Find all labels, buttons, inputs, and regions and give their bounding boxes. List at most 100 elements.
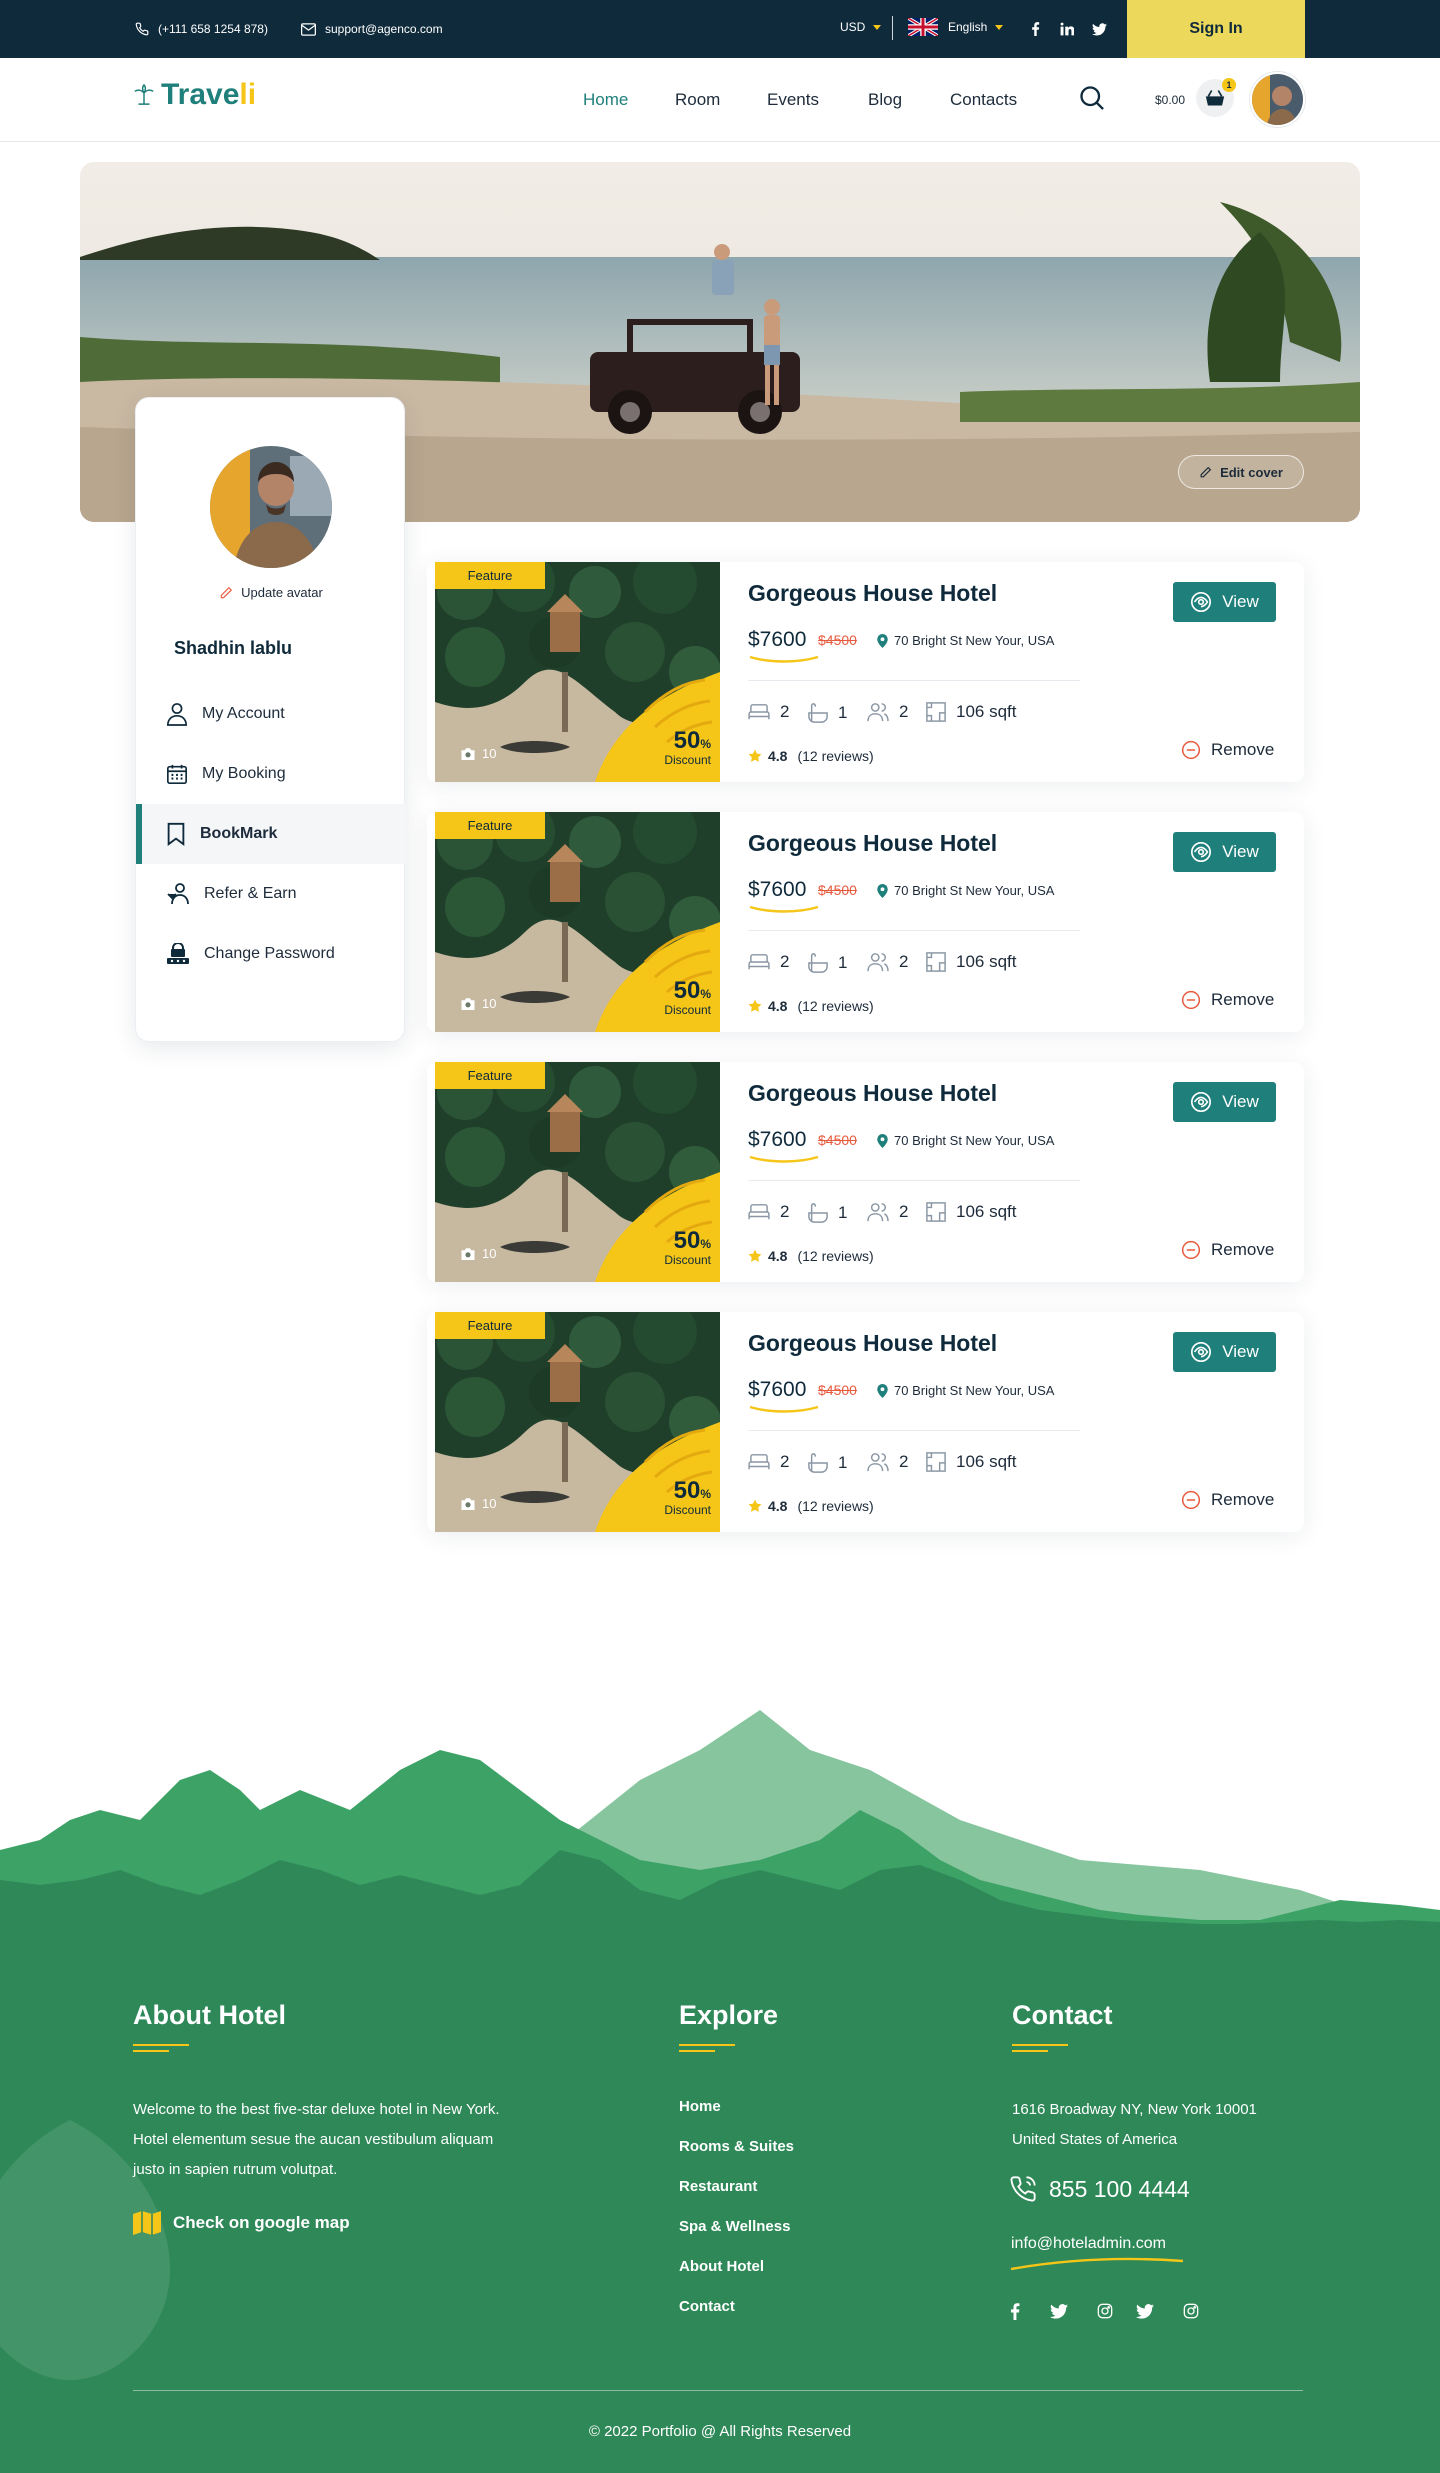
bath-icon	[808, 1203, 828, 1223]
area-size: 106 sqft	[926, 952, 1017, 972]
top-bar: (+111 658 1254 878) support@agenco.com U…	[0, 0, 1440, 58]
view-button[interactable]: View	[1173, 582, 1276, 622]
footer-link-rooms-suites[interactable]: Rooms & Suites	[679, 2138, 794, 2178]
feature-tag-label: Feature	[467, 1318, 513, 1333]
beds-count: 2	[748, 1202, 789, 1222]
view-button-label: View	[1222, 842, 1259, 861]
discount-badge: 50% Discount	[655, 1477, 711, 1517]
footer-email[interactable]: info@hoteladmin.com	[1011, 2235, 1166, 2253]
logo[interactable]: Trave li	[133, 78, 256, 112]
beds-count: 2	[748, 702, 789, 722]
currency-select[interactable]: USD	[840, 20, 882, 34]
sidebar-item-my-account[interactable]: My Account	[136, 684, 406, 744]
sidebar-item-my-booking[interactable]: My Booking	[136, 744, 406, 804]
beds-count: 2	[748, 952, 789, 972]
remove-button[interactable]: Remove	[1181, 740, 1274, 760]
photo-count: 10	[460, 1246, 496, 1261]
discount-value: 50	[673, 727, 701, 754]
topbar-phone[interactable]: (+111 658 1254 878)	[135, 0, 268, 58]
feature-tag: Feature	[435, 1312, 545, 1339]
bath-icon	[808, 703, 828, 723]
footer-link-contact[interactable]: Contact	[679, 2298, 794, 2338]
nav-blog[interactable]: Blog	[868, 90, 902, 110]
hotel-title[interactable]: Gorgeous House Hotel	[748, 1080, 997, 1107]
photo-count-value: 10	[482, 746, 497, 761]
language-select[interactable]: English	[908, 18, 1004, 36]
hotel-image[interactable]: Feature 10 50% Discount	[435, 562, 720, 782]
footer-link-spa-wellness[interactable]: Spa & Wellness	[679, 2218, 794, 2258]
guests-icon	[867, 953, 889, 972]
sign-in-button[interactable]: Sign In	[1127, 0, 1305, 58]
hotel-old-price: $4500	[818, 1132, 857, 1148]
feature-tag: Feature	[435, 1062, 545, 1089]
hotel-image[interactable]: Feature 10 50% Discount	[435, 1312, 720, 1532]
hotel-title[interactable]: Gorgeous House Hotel	[748, 1330, 997, 1357]
instagram-icon[interactable]	[1180, 2300, 1202, 2322]
area-value: 106 sqft	[956, 702, 1017, 721]
hotel-address-text: 70 Bright St New Your, USA	[894, 1383, 1055, 1398]
view-button[interactable]: View	[1173, 832, 1276, 872]
guests-value: 2	[899, 952, 909, 971]
bath-icon	[808, 953, 828, 973]
footer-link-about-hotel[interactable]: About Hotel	[679, 2258, 794, 2298]
twitter-icon[interactable]	[1048, 2300, 1070, 2322]
facebook-icon[interactable]	[1024, 18, 1046, 40]
nav-room[interactable]: Room	[675, 90, 720, 110]
hotel-address: 70 Bright St New Your, USA	[877, 1383, 1054, 1398]
bookmark-card: Feature 10 50% Discount Gorgeous House H…	[427, 1062, 1304, 1282]
footer-about-text: Welcome to the best five-star deluxe hot…	[133, 2101, 500, 2178]
area-icon	[926, 702, 946, 722]
nav-home[interactable]: Home	[583, 90, 628, 110]
footer-link-home[interactable]: Home	[679, 2098, 794, 2138]
guests-count: 2	[867, 952, 908, 972]
footer-link-restaurant[interactable]: Restaurant	[679, 2178, 794, 2218]
hotel-image[interactable]: Feature 10 50% Discount	[435, 812, 720, 1032]
remove-icon	[1181, 1490, 1201, 1510]
footer-phone[interactable]: 855 100 4444	[1009, 2175, 1190, 2203]
instagram-icon[interactable]	[1094, 2300, 1116, 2322]
sidebar-item-bookmark[interactable]: BookMark	[136, 804, 406, 864]
linkedin-icon[interactable]	[1056, 18, 1078, 40]
guests-value: 2	[899, 1452, 909, 1471]
footer-address-line1: 1616 Broadway NY, New York 10001	[1012, 2101, 1257, 2118]
hotel-address: 70 Bright St New Your, USA	[877, 883, 1054, 898]
hotel-title[interactable]: Gorgeous House Hotel	[748, 830, 997, 857]
nav-events[interactable]: Events	[767, 90, 819, 110]
sidebar-item-refer-earn[interactable]: Refer & Earn	[136, 864, 406, 924]
rating: 4.8 (12 reviews)	[748, 1248, 874, 1264]
remove-button-label: Remove	[1211, 740, 1275, 759]
hotel-title[interactable]: Gorgeous House Hotel	[748, 580, 997, 607]
twitter-icon[interactable]	[1134, 2300, 1156, 2322]
edit-cover-button[interactable]: Edit cover	[1178, 455, 1304, 489]
nav-contacts[interactable]: Contacts	[950, 90, 1017, 110]
star-icon	[748, 999, 762, 1012]
hotel-image[interactable]: Feature 10 50% Discount	[435, 1062, 720, 1282]
hotel-address-text: 70 Bright St New Your, USA	[894, 633, 1055, 648]
sidebar-item-change-password[interactable]: Change Password	[136, 924, 406, 984]
heading-underline	[133, 2044, 189, 2052]
twitter-icon[interactable]	[1088, 18, 1110, 40]
google-map-link[interactable]: Check on google map	[133, 2210, 350, 2236]
rating: 4.8 (12 reviews)	[748, 748, 874, 764]
update-avatar-link[interactable]: Update avatar	[136, 585, 406, 600]
remove-button[interactable]: Remove	[1181, 990, 1274, 1010]
feature-tag-label: Feature	[467, 1068, 513, 1083]
remove-button[interactable]: Remove	[1181, 1490, 1274, 1510]
view-button-label: View	[1222, 1092, 1259, 1111]
avatar[interactable]	[1250, 72, 1305, 127]
star-icon	[748, 1499, 762, 1512]
topbar-email[interactable]: support@agenco.com	[301, 0, 443, 58]
view-button[interactable]: View	[1173, 1082, 1276, 1122]
location-pin-icon	[877, 883, 888, 898]
facebook-icon[interactable]	[1004, 2300, 1026, 2322]
remove-button[interactable]: Remove	[1181, 1240, 1274, 1260]
remove-icon	[1181, 1240, 1201, 1260]
remove-button-label: Remove	[1211, 1240, 1275, 1259]
search-icon[interactable]	[1078, 84, 1106, 117]
card-divider	[748, 1180, 1080, 1181]
heading-underline	[1012, 2044, 1068, 2052]
calendar-icon	[167, 764, 187, 784]
feature-tag: Feature	[435, 562, 545, 589]
main-navbar: Trave li Home Room Events Blog Contacts $…	[0, 58, 1440, 142]
view-button[interactable]: View	[1173, 1332, 1276, 1372]
